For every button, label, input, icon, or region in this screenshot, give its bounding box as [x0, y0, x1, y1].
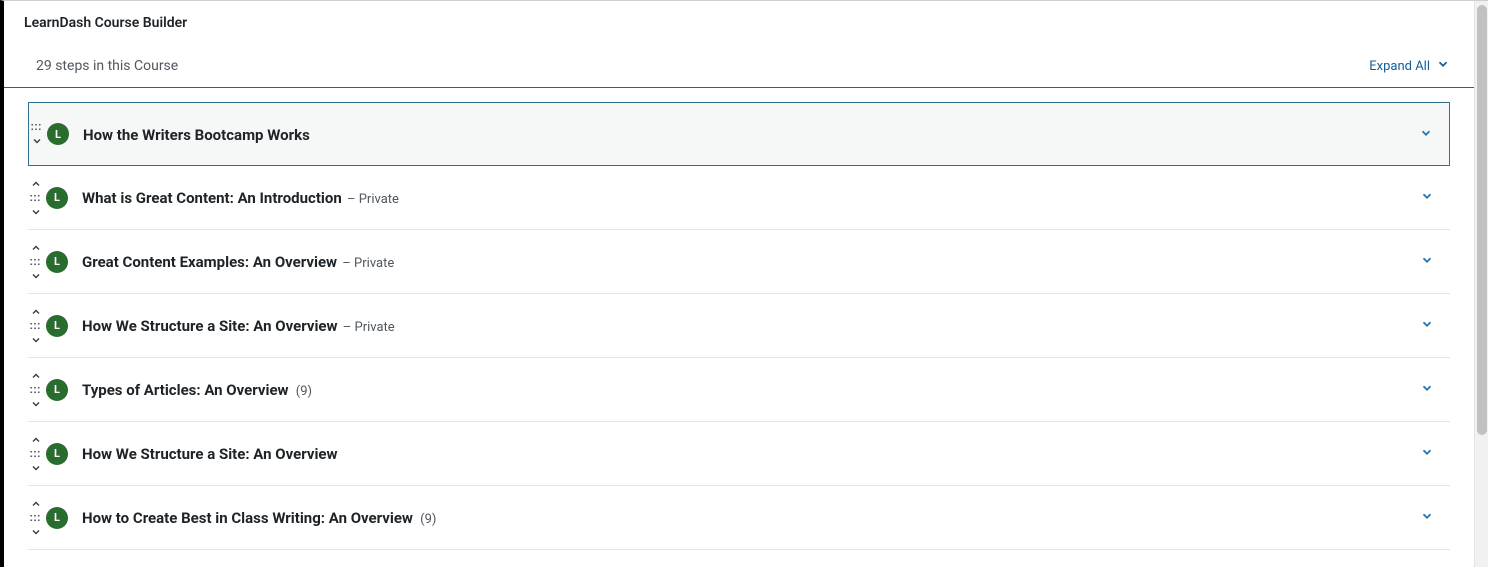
row-expand-button[interactable]	[1412, 436, 1442, 471]
lesson-title-wrap: Types of Articles: An Overview (9)	[82, 380, 312, 399]
chevron-down-icon	[1420, 444, 1434, 463]
scrollbar-thumb[interactable]	[1477, 5, 1487, 435]
lesson-badge: L	[47, 123, 69, 145]
move-up-icon[interactable]	[30, 370, 42, 382]
move-down-icon[interactable]	[30, 334, 42, 346]
move-controls	[28, 434, 44, 474]
lesson-title-wrap: What is Great Content: An Introduction –…	[82, 188, 399, 207]
lesson-row[interactable]: L Types of Articles: An Overview (9)	[28, 358, 1450, 422]
row-expand-button[interactable]	[1411, 117, 1441, 152]
lesson-row[interactable]: L What is Great Content: An Introduction …	[28, 166, 1450, 230]
chevron-down-icon	[1420, 252, 1434, 271]
lesson-title-wrap: Great Content Examples: An Overview – Pr…	[82, 252, 394, 271]
lesson-suffix: – Private	[344, 192, 399, 207]
move-controls	[28, 242, 44, 282]
move-down-icon[interactable]	[30, 398, 42, 410]
lesson-badge: L	[46, 315, 68, 337]
lesson-row[interactable]: L How to Create Best in Class Writing: An…	[28, 486, 1450, 550]
move-down-icon[interactable]	[30, 270, 42, 282]
lesson-row[interactable]: L How the Writers Bootcamp Works	[28, 102, 1450, 166]
lesson-badge: L	[46, 443, 68, 465]
drag-handle-icon[interactable]	[27, 320, 43, 332]
scrollbar-track[interactable]	[1474, 1, 1488, 567]
lesson-title: How We Structure a Site: An Overview	[82, 317, 338, 335]
lesson-count: (9)	[417, 512, 437, 527]
drag-handle-icon[interactable]	[28, 121, 44, 133]
lesson-title: What is Great Content: An Introduction	[82, 189, 342, 207]
chevron-down-icon	[1436, 57, 1450, 75]
lesson-row[interactable]: L How We Structure a Site: An Overview – …	[28, 294, 1450, 358]
move-controls	[28, 370, 44, 410]
lesson-list: L How the Writers Bootcamp Works L What is …	[4, 88, 1474, 550]
lesson-row[interactable]: L How We Structure a Site: An Overview	[28, 422, 1450, 486]
move-up-icon[interactable]	[30, 178, 42, 190]
chevron-down-icon	[1420, 380, 1434, 399]
move-controls	[28, 306, 44, 346]
lesson-count: (9)	[293, 384, 313, 399]
lesson-title: How We Structure a Site: An Overview	[82, 445, 338, 463]
drag-handle-icon[interactable]	[27, 256, 43, 268]
expand-all-button[interactable]: Expand All	[1369, 57, 1450, 75]
row-expand-button[interactable]	[1412, 308, 1442, 343]
lesson-badge: L	[46, 507, 68, 529]
lesson-badge: L	[46, 187, 68, 209]
lesson-row[interactable]: L Great Content Examples: An Overview – P…	[28, 230, 1450, 294]
drag-handle-icon[interactable]	[27, 448, 43, 460]
panel-title: LearnDash Course Builder	[4, 1, 1474, 39]
lesson-suffix: – Private	[340, 320, 395, 335]
row-expand-button[interactable]	[1412, 180, 1442, 215]
row-expand-button[interactable]	[1412, 500, 1442, 535]
lesson-suffix: – Private	[339, 256, 394, 271]
lesson-title: Types of Articles: An Overview	[82, 381, 289, 399]
lesson-title-wrap: How the Writers Bootcamp Works	[83, 125, 310, 144]
lesson-title: How the Writers Bootcamp Works	[83, 126, 310, 144]
row-expand-button[interactable]	[1412, 244, 1442, 279]
move-down-icon[interactable]	[31, 135, 43, 147]
drag-handle-icon[interactable]	[27, 512, 43, 524]
move-up-icon[interactable]	[30, 434, 42, 446]
drag-handle-icon[interactable]	[27, 384, 43, 396]
drag-handle-icon[interactable]	[27, 192, 43, 204]
chevron-down-icon	[1420, 188, 1434, 207]
move-down-icon[interactable]	[30, 526, 42, 538]
lesson-title-wrap: How We Structure a Site: An Overview	[82, 444, 338, 463]
lesson-title-wrap: How to Create Best in Class Writing: An …	[82, 508, 436, 527]
subheader: 29 steps in this Course Expand All	[4, 39, 1474, 88]
row-expand-button[interactable]	[1412, 372, 1442, 407]
move-controls	[28, 498, 44, 538]
move-down-icon[interactable]	[30, 462, 42, 474]
lesson-badge: L	[46, 379, 68, 401]
chevron-down-icon	[1420, 316, 1434, 335]
move-up-icon[interactable]	[30, 498, 42, 510]
lesson-badge: L	[46, 251, 68, 273]
chevron-down-icon	[1420, 508, 1434, 527]
chevron-down-icon	[1419, 125, 1433, 144]
move-controls	[28, 178, 44, 218]
move-controls	[29, 121, 45, 147]
expand-all-label: Expand All	[1369, 59, 1430, 74]
lesson-title: How to Create Best in Class Writing: An …	[82, 509, 413, 527]
move-down-icon[interactable]	[30, 206, 42, 218]
move-up-icon[interactable]	[30, 306, 42, 318]
lesson-title-wrap: How We Structure a Site: An Overview – P…	[82, 316, 395, 335]
steps-count: 29 steps in this Course	[36, 58, 178, 74]
move-up-icon[interactable]	[30, 242, 42, 254]
lesson-title: Great Content Examples: An Overview	[82, 253, 337, 271]
